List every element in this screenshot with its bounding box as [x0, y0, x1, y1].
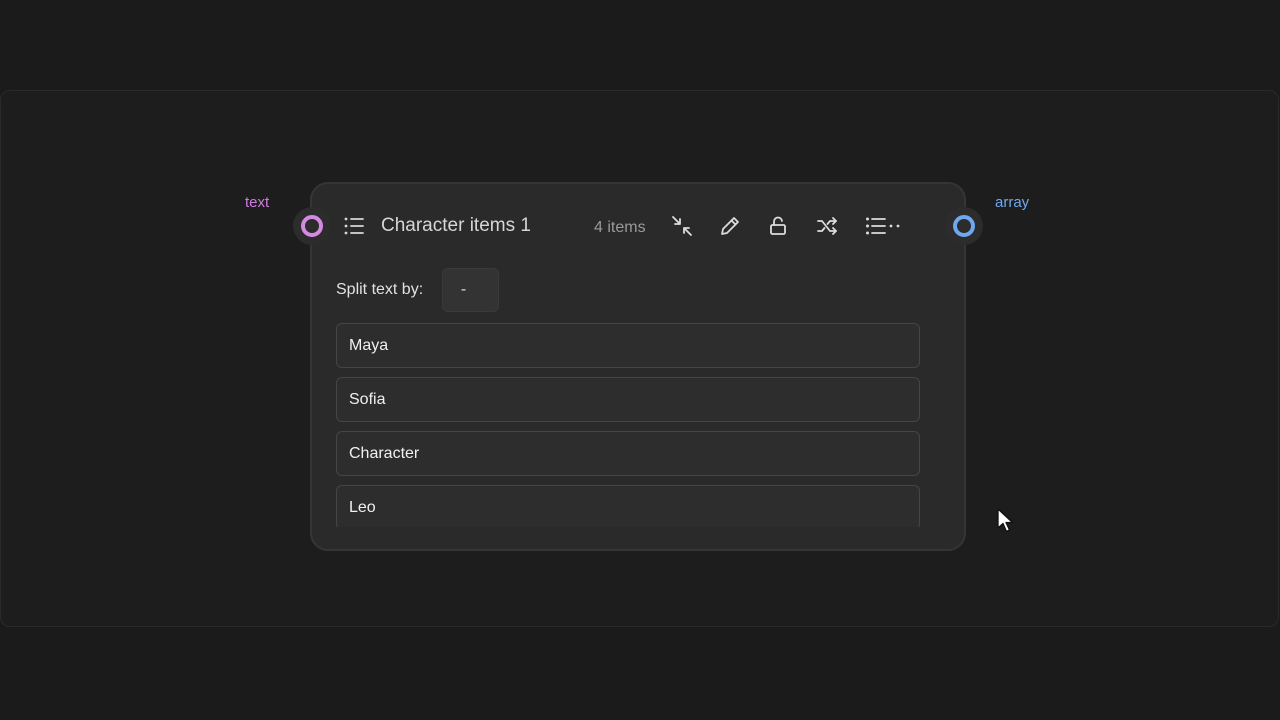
- shuffle-icon: [817, 217, 837, 235]
- node-title[interactable]: Character items 1: [381, 215, 531, 237]
- output-port[interactable]: [945, 207, 983, 245]
- list-item[interactable]: Maya: [336, 323, 920, 368]
- input-port-ring: [301, 215, 323, 237]
- item-list[interactable]: Maya Sofia Character Leo: [336, 323, 920, 527]
- list-item[interactable]: Leo: [336, 485, 920, 527]
- mouse-cursor-icon: [997, 508, 1014, 533]
- collapse-button[interactable]: [670, 214, 694, 238]
- split-delimiter-input[interactable]: -: [442, 268, 499, 312]
- lock-button[interactable]: [766, 214, 790, 238]
- pencil-icon: [721, 217, 739, 235]
- list-options-button[interactable]: [864, 214, 902, 238]
- list-item[interactable]: Sofia: [336, 377, 920, 422]
- item-count: 4 items: [594, 219, 646, 236]
- output-port-label: array: [995, 194, 1030, 211]
- unlock-icon: [770, 216, 786, 235]
- output-port-ring: [953, 215, 975, 237]
- list-icon: [344, 217, 364, 235]
- list-options-icon: [866, 217, 900, 235]
- character-items-node[interactable]: Character items 1 4 items Split text by:…: [310, 182, 966, 551]
- list-item[interactable]: Character: [336, 431, 920, 476]
- node-header[interactable]: Character items 1 4 items: [312, 184, 964, 270]
- input-port[interactable]: [293, 207, 331, 245]
- input-port-label: text: [245, 194, 270, 211]
- shuffle-button[interactable]: [815, 214, 839, 238]
- split-text-label: Split text by:: [336, 281, 424, 298]
- collapse-icon: [672, 216, 692, 236]
- edit-button[interactable]: [718, 214, 742, 238]
